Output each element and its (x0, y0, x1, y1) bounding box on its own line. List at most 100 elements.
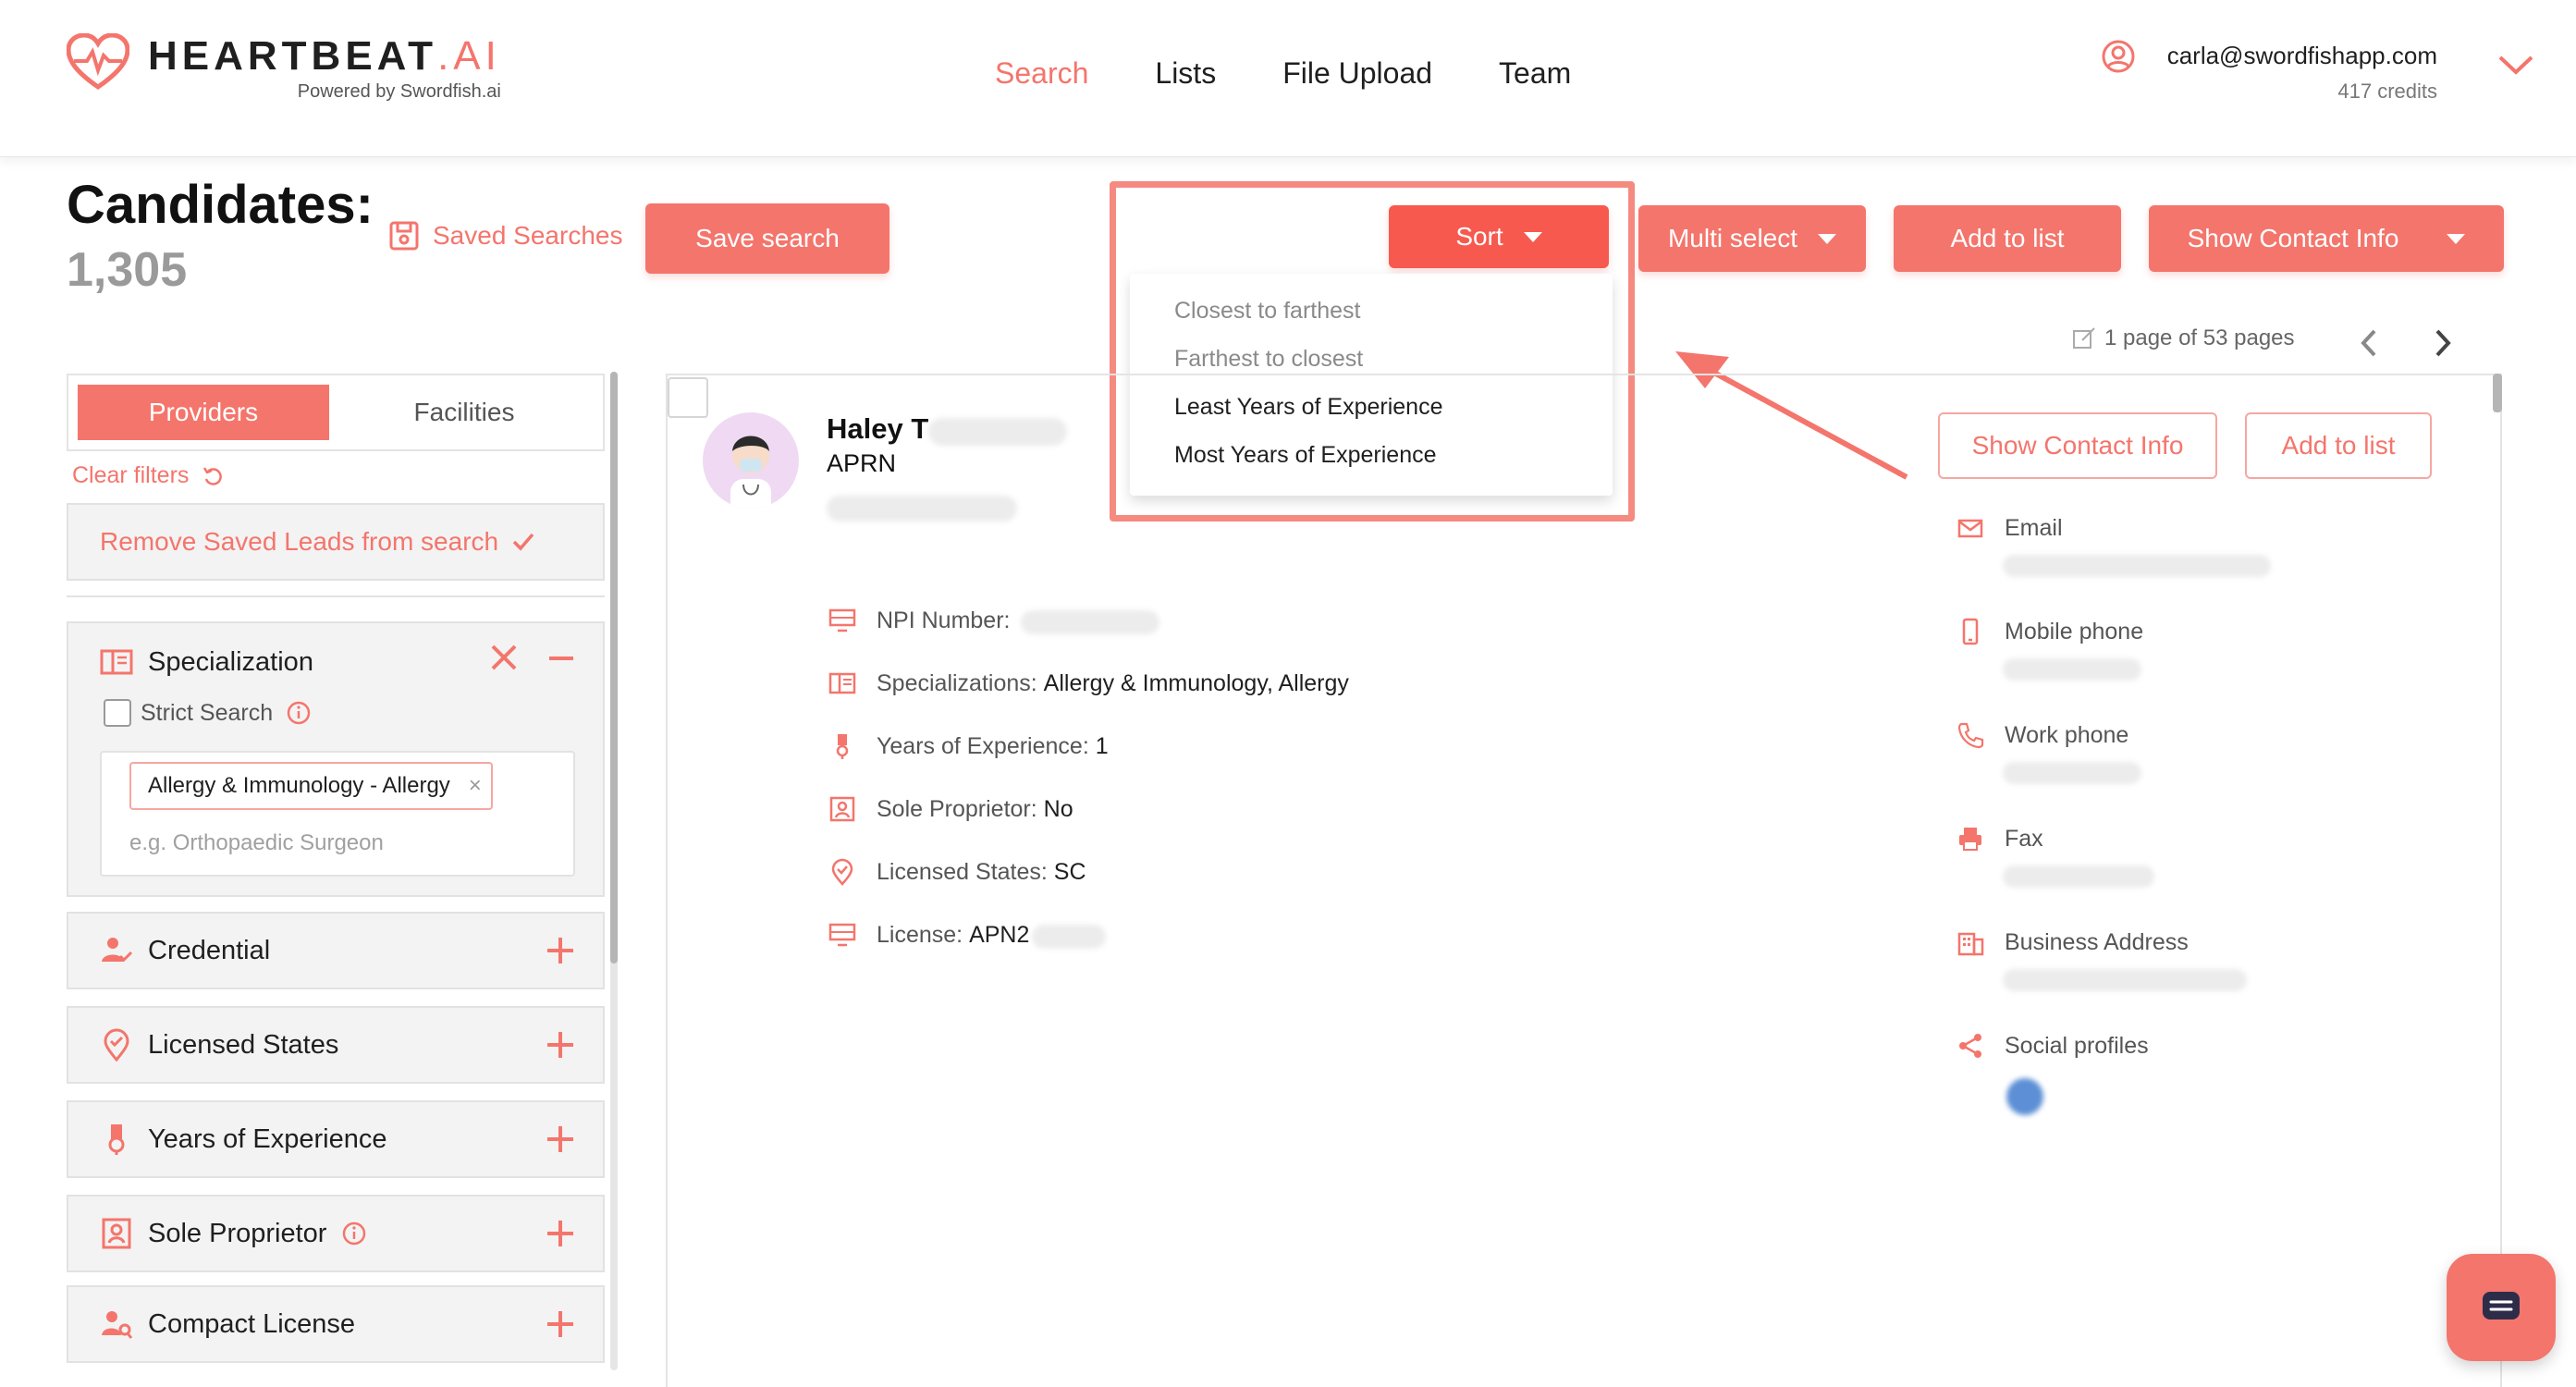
plus-icon[interactable] (547, 1126, 573, 1152)
card-show-contact-info-button[interactable]: Show Contact Info (1938, 412, 2217, 479)
specialization-chip: Allergy & Immunology - Allergy × (129, 762, 493, 810)
filter-credential[interactable]: Credential (67, 912, 605, 989)
share-icon (1959, 1034, 1981, 1058)
user-menu[interactable]: carla@swordfishapp.com 417 credits (2167, 37, 2437, 104)
contact-fax: Fax (1957, 825, 2043, 853)
caret-down-icon (2447, 233, 2466, 244)
tab-providers[interactable]: Providers (78, 385, 329, 440)
chevron-right-icon[interactable] (2432, 327, 2454, 359)
license-value: APN2 (969, 921, 1030, 948)
chip-remove-icon[interactable]: × (469, 775, 482, 797)
sole-proprietor-label: Sole Proprietor (148, 1218, 327, 1248)
npi-label: NPI Number: (877, 607, 1011, 633)
sort-button[interactable]: Sort (1389, 205, 1609, 268)
user-avatar-icon[interactable] (2101, 39, 2136, 74)
nav-file-upload[interactable]: File Upload (1282, 54, 1432, 92)
plus-icon[interactable] (547, 1032, 573, 1058)
save-search-button[interactable]: Save search (645, 203, 889, 274)
redacted-npi (1021, 610, 1159, 634)
map-pin-icon (831, 858, 853, 886)
nav-lists[interactable]: Lists (1155, 54, 1216, 92)
multi-select-button[interactable]: Multi select (1638, 205, 1866, 272)
specialization-header[interactable]: Specialization (100, 645, 313, 679)
license-label: License: (877, 921, 963, 948)
strict-search-row: Strict Search (104, 699, 312, 727)
compact-license-header: Compact License (100, 1307, 355, 1341)
sort-option-closest[interactable]: Closest to farthest (1130, 287, 1613, 335)
add-to-list-button[interactable]: Add to list (1894, 205, 2121, 272)
social-profiles-label: Social profiles (2005, 1032, 2149, 1059)
licensed-states-label: Licensed States: (877, 858, 1048, 885)
email-label: Email (2005, 514, 2063, 541)
specialization-input[interactable]: Allergy & Immunology - Allergy × e.g. Or… (100, 751, 575, 877)
avatar (703, 412, 799, 509)
book-icon (828, 672, 856, 694)
filter-compact-license[interactable]: Compact License (67, 1285, 605, 1363)
candidate-select-checkbox[interactable] (668, 377, 708, 418)
clear-filters-label: Clear filters (72, 462, 190, 488)
checkmark-icon (512, 533, 534, 551)
filter-years-experience[interactable]: Years of Experience (67, 1100, 605, 1178)
credential-label: Credential (148, 935, 271, 965)
specializations-label: Specializations: (877, 669, 1037, 696)
licensed-states-label: Licensed States (148, 1029, 339, 1060)
detail-npi: NPI Number: (828, 607, 1010, 634)
plus-icon[interactable] (547, 1221, 573, 1246)
show-contact-info-button[interactable]: Show Contact Info (2149, 205, 2504, 272)
candidate-name[interactable]: Haley T (827, 412, 928, 446)
medal-icon (108, 1124, 125, 1155)
tab-facilities[interactable]: Facilities (338, 385, 590, 440)
reset-icon (203, 466, 223, 485)
app-header: HEARTBEAT.AI Powered by Swordfish.ai Sea… (0, 0, 2576, 157)
plus-icon[interactable] (547, 1311, 573, 1337)
compact-license-label: Compact License (148, 1308, 356, 1339)
licensed-states-value: SC (1053, 858, 1086, 885)
nav-team[interactable]: Team (1499, 54, 1571, 92)
info-icon[interactable] (286, 700, 312, 726)
redacted-surname (928, 418, 1067, 446)
nav-search[interactable]: Search (995, 54, 1088, 92)
plus-icon[interactable] (547, 938, 573, 964)
phone-icon (1957, 722, 1984, 749)
info-icon[interactable] (341, 1221, 367, 1246)
card-add-to-list-button[interactable]: Add to list (2245, 412, 2432, 479)
chevron-down-icon[interactable] (2496, 52, 2535, 78)
brand-logo[interactable]: HEARTBEAT.AI Powered by Swordfish.ai (67, 33, 501, 103)
specialization-panel: Specialization Strict Search Allergy & I… (67, 621, 605, 897)
detail-license: License: APN2 (828, 921, 1029, 949)
page-title: Candidates: (67, 175, 374, 235)
chat-widget-button[interactable] (2447, 1254, 2556, 1361)
social-profile-icon[interactable] (2006, 1078, 2043, 1115)
saved-searches-link[interactable]: Saved Searches (388, 220, 622, 252)
candidate-role: APRN (827, 449, 897, 477)
filter-licensed-states[interactable]: Licensed States (67, 1006, 605, 1084)
mobile-phone-icon (1962, 618, 1979, 645)
years-experience-label: Years of Experience: (877, 732, 1089, 759)
contact-work-phone: Work phone (1957, 721, 2128, 749)
book-icon (100, 649, 133, 675)
contact-mobile: Mobile phone (1957, 618, 2143, 645)
contact-email: Email (1957, 514, 2063, 542)
results-scrollbar[interactable] (2493, 374, 2502, 412)
work-phone-label: Work phone (2005, 721, 2129, 748)
id-badge-icon (829, 796, 855, 822)
remove-saved-leads-toggle[interactable]: Remove Saved Leads from search (67, 503, 605, 581)
years-experience-value: 1 (1095, 732, 1109, 759)
id-badge-icon (102, 1218, 131, 1249)
pagination-label: 1 page of 53 pages (2104, 325, 2295, 350)
credential-header: Credential (100, 934, 270, 967)
edit-icon (2073, 327, 2095, 349)
chevron-left-icon[interactable] (2358, 327, 2380, 359)
collapse-minus-icon[interactable] (549, 657, 573, 660)
close-icon[interactable] (490, 644, 518, 671)
user-search-icon (102, 1311, 133, 1339)
fax-label: Fax (2005, 825, 2043, 852)
redacted-address (2003, 969, 2247, 991)
filter-sole-proprietor[interactable]: Sole Proprietor (67, 1195, 605, 1272)
clear-filters-link[interactable]: Clear filters (72, 462, 224, 489)
strict-search-checkbox[interactable] (104, 699, 131, 727)
specialization-label: Specialization (148, 646, 313, 677)
filters-divider (67, 595, 605, 597)
filters-scrollbar[interactable] (610, 372, 618, 964)
mobile-phone-label: Mobile phone (2005, 618, 2144, 644)
